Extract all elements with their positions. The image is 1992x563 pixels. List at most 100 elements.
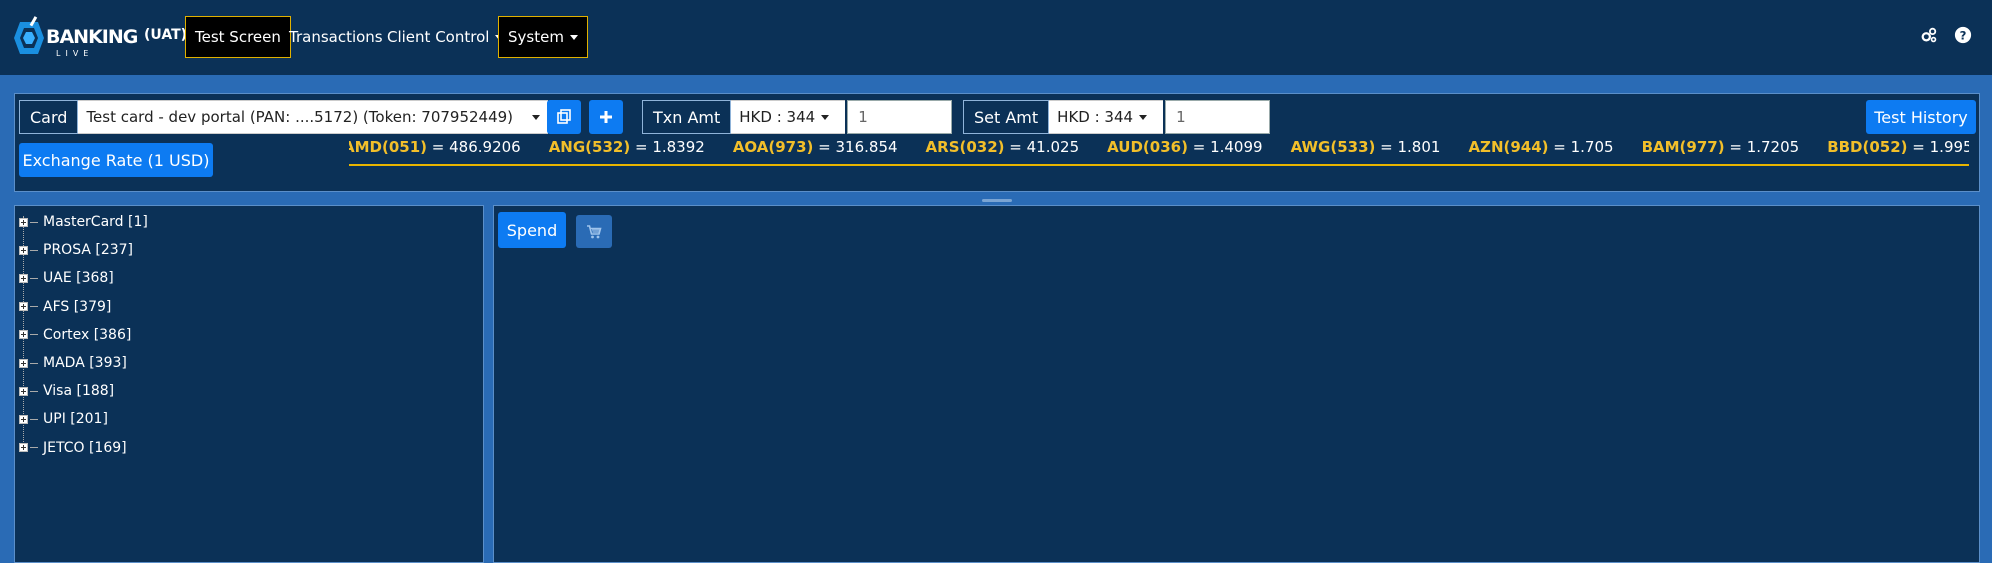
tree-node-label: UPI [201] — [43, 411, 108, 428]
tree-node[interactable]: MADA [393] — [19, 352, 127, 374]
tree-node[interactable]: Cortex [386] — [19, 324, 131, 346]
set-amt-label: Set Amt — [963, 100, 1050, 134]
rate-value: 316.854 — [835, 138, 898, 156]
rate-equals: = — [1187, 138, 1211, 156]
rate-item: AWG(533) = 1.801 — [1291, 138, 1441, 156]
rate-equals: = — [1724, 138, 1747, 156]
txn-currency-value: HKD : 344 — [739, 108, 816, 126]
rate-value: 1.8392 — [652, 138, 705, 156]
rate-value: 1.9953 — [1929, 138, 1969, 156]
nav-transactions[interactable]: Transactions — [280, 16, 392, 58]
brand-sub: LIVE — [56, 49, 94, 58]
txn-currency-select[interactable]: HKD : 344 — [731, 100, 846, 134]
expand-plus-icon[interactable] — [19, 358, 28, 368]
rate-equals: = — [813, 138, 836, 156]
rate-value: 1.801 — [1397, 138, 1441, 156]
tree-connector — [30, 277, 38, 279]
test-history-button[interactable]: Test History — [1866, 100, 1976, 134]
tree-node[interactable]: UAE [368] — [19, 267, 114, 289]
rate-code: AUD(036) — [1107, 138, 1188, 156]
rate-equals: = — [1548, 138, 1571, 156]
tree-node-label: JETCO [169] — [43, 439, 127, 456]
tree-node[interactable]: JETCO [169] — [19, 437, 127, 459]
nav-system[interactable]: System — [498, 16, 588, 58]
set-amount-value: 1 — [1176, 108, 1186, 126]
expand-plus-icon[interactable] — [19, 414, 28, 424]
expand-plus-icon[interactable] — [19, 330, 28, 340]
set-amount-group: Set Amt HKD : 344 1 — [963, 100, 1271, 134]
nav-label: System — [508, 28, 564, 46]
txn-amount-group: Txn Amt HKD : 344 1 — [642, 100, 953, 134]
expand-plus-icon[interactable] — [19, 443, 28, 453]
tree-node-label: Visa [188] — [43, 383, 115, 400]
brand-logo[interactable]: BANKING LIVE — [12, 14, 140, 62]
card-select-group: Card Test card - dev portal (PAN: ....51… — [19, 100, 549, 134]
copy-card-button[interactable] — [547, 100, 581, 134]
ticker-track: AMD(051) = 486.9206 ANG(532) = 1.8392 AOA(… — [349, 138, 1969, 156]
caret-down-icon — [821, 114, 830, 120]
nav-label: Client Control — [387, 28, 490, 46]
expand-plus-icon[interactable] — [19, 217, 28, 227]
navbar: BANKING LIVE (UAT) Test Screen Transacti… — [0, 0, 1992, 75]
tree-node[interactable]: PROSA [237] — [19, 239, 133, 261]
copy-icon — [557, 109, 571, 124]
rate-equals: = — [427, 138, 450, 156]
nav-label: Test Screen — [195, 28, 281, 46]
caret-down-icon — [569, 34, 578, 40]
caret-down-icon — [1139, 114, 1148, 120]
rate-value: 1.705 — [1570, 138, 1614, 156]
tree-node-label: MADA [393] — [43, 355, 127, 371]
rate-item: AOA(973) = 316.854 — [733, 138, 898, 156]
tree-node[interactable]: MasterCard [1] — [19, 211, 148, 233]
tree-node[interactable]: AFS [379] — [19, 296, 111, 318]
card-select[interactable]: Test card - dev portal (PAN: ....5172) (… — [78, 100, 549, 134]
txn-amount-value: 1 — [858, 108, 868, 126]
settings-icon[interactable] — [1920, 26, 1938, 44]
tree-node-label: Cortex [386] — [43, 326, 132, 343]
test-workspace-panel: Spend — [493, 205, 1980, 563]
rate-code: BBD(052) — [1827, 138, 1908, 156]
rate-code: AZN(944) — [1468, 138, 1549, 156]
set-amount-input[interactable]: 1 — [1165, 100, 1271, 134]
expand-plus-icon[interactable] — [19, 273, 28, 283]
set-currency-value: HKD : 344 — [1057, 108, 1134, 126]
exchange-rate-button[interactable]: Exchange Rate (1 USD) — [19, 143, 213, 177]
rate-equals: = — [1907, 138, 1930, 156]
tree-connector — [30, 334, 38, 336]
add-card-button[interactable] — [589, 100, 623, 134]
tree-node[interactable]: Visa [188] — [19, 380, 114, 402]
rate-item: ANG(532) = 1.8392 — [549, 138, 705, 156]
rate-code: AMD(051) — [349, 138, 428, 156]
nav-label: Transactions — [289, 28, 383, 46]
expand-plus-icon[interactable] — [19, 302, 28, 312]
nav-icons: ? — [1920, 26, 1972, 44]
expand-plus-icon[interactable] — [19, 386, 28, 396]
tree-connector — [30, 221, 38, 223]
tree-connector — [30, 362, 38, 364]
rate-code: BAM(977) — [1641, 138, 1725, 156]
cart-button[interactable] — [576, 215, 612, 248]
rate-value: 41.025 — [1026, 138, 1080, 156]
tree-connector — [30, 306, 38, 308]
tree-node-label: UAE [368] — [43, 270, 114, 287]
rate-value: 486.9206 — [449, 138, 521, 156]
rate-code: AOA(973) — [732, 138, 814, 156]
nav-client-control[interactable]: Client Control — [378, 16, 512, 58]
help-icon[interactable]: ? — [1954, 26, 1972, 44]
spend-button[interactable]: Spend — [498, 212, 566, 248]
txn-amount-input[interactable]: 1 — [847, 100, 953, 134]
panel-resize-handle[interactable] — [982, 199, 1012, 202]
set-currency-select[interactable]: HKD : 344 — [1049, 100, 1164, 134]
expand-plus-icon[interactable] — [19, 245, 28, 255]
tree-node[interactable]: UPI [201] — [19, 408, 108, 430]
nav-test-screen[interactable]: Test Screen — [185, 16, 291, 58]
tree-node-label: AFS [379] — [43, 298, 112, 315]
tree-connector — [30, 390, 38, 392]
rate-equals: = — [1004, 138, 1027, 156]
txn-amt-label: Txn Amt — [642, 100, 732, 134]
rate-value: 1.7205 — [1746, 138, 1800, 156]
tree-connector — [30, 249, 38, 251]
rate-code: ARS(032) — [925, 138, 1005, 156]
brand-name: BANKING — [46, 26, 138, 48]
env-badge: (UAT) — [144, 27, 188, 43]
